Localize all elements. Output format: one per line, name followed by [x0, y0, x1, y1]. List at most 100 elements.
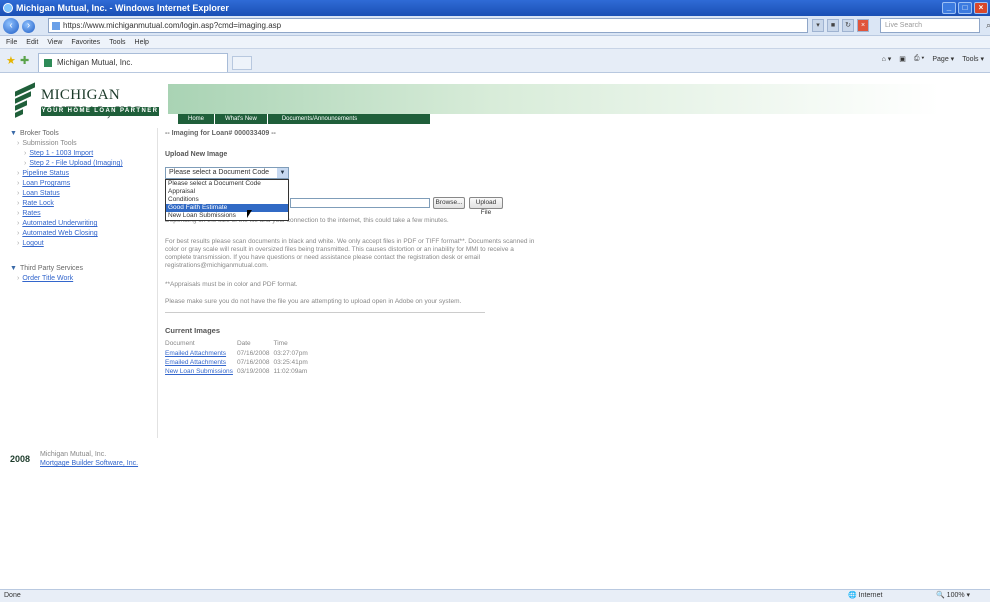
browse-button[interactable]: Browse... [433, 197, 465, 209]
tab-label: Michigan Mutual, Inc. [57, 58, 133, 67]
sidebar-item-loan-programs[interactable]: › Loan Programs [8, 179, 157, 189]
chevron-down-icon[interactable]: ▼ [277, 168, 288, 178]
image-doc-link[interactable]: New Loan Submissions [165, 368, 233, 375]
image-time: 03:25:41pm [273, 359, 308, 366]
image-doc-link[interactable]: Emailed Attachments [165, 359, 226, 366]
page-menu[interactable]: Page ▾ [932, 55, 954, 63]
command-bar: ⌂ ▾ ▣ ⎙ ▾ Page ▾ Tools ▾ [882, 55, 984, 63]
file-path-input[interactable] [290, 198, 430, 208]
page-title: -- Imaging for Loan# 000033409 -- [165, 130, 276, 137]
sidebar-step2[interactable]: › Step 2 - File Upload (Imaging) [8, 159, 157, 169]
print-icon[interactable]: ⎙ ▾ [914, 55, 925, 63]
sidebar-third-party[interactable]: ▼ Third Party Services [8, 263, 157, 274]
sidebar: ▼ Broker Tools › Submission Tools › Step 1 … [8, 128, 158, 438]
option-new-loan-submissions[interactable]: New Loan Submissions [166, 212, 288, 220]
footer-year: 2008 [10, 454, 31, 464]
minimize-button[interactable]: _ [942, 2, 956, 14]
image-date: 03/19/2008 [236, 368, 270, 375]
mouse-cursor-icon [247, 210, 252, 218]
page-footer: 2008 Michigan Mutual, Inc. Mortgage Buil… [10, 446, 170, 470]
stop-icon[interactable]: × [857, 19, 869, 32]
document-code-options: Please select a Document Code Appraisal … [165, 179, 289, 221]
menu-tools[interactable]: Tools [109, 36, 125, 48]
sidebar-step1[interactable]: › Step 1 - 1003 Import [8, 149, 157, 159]
option-conditions[interactable]: Conditions [166, 196, 288, 204]
nav-home[interactable]: Home [178, 114, 216, 124]
new-tab-button[interactable] [232, 56, 252, 70]
header-band [168, 84, 980, 114]
tab-michigan-mutual[interactable]: Michigan Mutual, Inc. [38, 53, 228, 72]
status-text: Done [4, 592, 21, 599]
site-favicon-icon [44, 59, 52, 67]
option-appraisal[interactable]: Appraisal [166, 188, 288, 196]
close-button[interactable]: × [974, 2, 988, 14]
home-icon[interactable]: ⌂ ▾ [882, 55, 892, 63]
image-date: 07/16/2008 [236, 359, 270, 366]
site-logo[interactable]: MICHIGAN MUTUAL, INC. YOUR HOME LOAN PAR… [15, 79, 170, 121]
feeds-icon[interactable]: ▣ [899, 55, 906, 63]
forward-icon[interactable]: › [22, 20, 35, 33]
menu-edit[interactable]: Edit [26, 36, 38, 48]
table-row: New Loan Submissions 03/19/2008 11:02:09… [165, 367, 312, 376]
favorites-star-icon[interactable]: ★ [6, 54, 16, 67]
tools-menu[interactable]: Tools ▾ [962, 55, 984, 63]
appraisal-note: **Appraisals must be in color and PDF fo… [165, 281, 298, 288]
lock-icon[interactable]: ▾ [812, 19, 824, 32]
window-controls: _ □ × [942, 2, 988, 14]
document-code-select[interactable]: Please select a Document Code ▼ [165, 167, 289, 179]
sidebar-item-rate-lock[interactable]: › Rate Lock [8, 199, 157, 209]
menu-file[interactable]: File [6, 36, 17, 48]
address-tools: ▾ ■ ↻ × [812, 19, 869, 32]
option-good-faith-estimate[interactable]: Good Faith Estimate [166, 204, 288, 212]
option-select-code[interactable]: Please select a Document Code [166, 180, 288, 188]
security-zone: 🌐 Internet [848, 592, 883, 599]
menu-view[interactable]: View [47, 36, 62, 48]
address-field[interactable]: https://www.michiganmutual.com/login.asp… [48, 18, 808, 33]
sidebar-item-rates[interactable]: › Rates [8, 209, 157, 219]
search-icon[interactable]: ⌕ [986, 19, 990, 32]
padlock-icon[interactable]: ■ [827, 19, 839, 32]
sidebar-item-loan-status[interactable]: › Loan Status [8, 189, 157, 199]
scan-instructions: For best results please scan documents i… [165, 238, 535, 269]
add-favorites-icon[interactable]: ✚ [20, 54, 29, 67]
refresh-icon[interactable]: ↻ [842, 19, 854, 32]
maximize-button[interactable]: □ [958, 2, 972, 14]
image-time: 03:27:07pm [273, 350, 308, 357]
current-images-heading: Current Images [165, 326, 221, 335]
menu-help[interactable]: Help [135, 36, 149, 48]
logo-tagline: YOUR HOME LOAN PARTNER [41, 107, 159, 116]
table-header-row: Document Date Time [165, 340, 312, 349]
back-icon[interactable]: ‹ [3, 18, 19, 34]
col-document: Document [165, 340, 195, 347]
menu-favorites[interactable]: Favorites [71, 36, 100, 48]
footer-link[interactable]: Mortgage Builder Software, Inc. [40, 460, 138, 467]
sidebar-broker-tools[interactable]: ▼ Broker Tools [8, 128, 157, 139]
select-value: Please select a Document Code [169, 169, 269, 176]
window-title-bar: Michigan Mutual, Inc. - Windows Internet… [0, 0, 990, 16]
image-date: 07/16/2008 [236, 350, 270, 357]
main-content: -- Imaging for Loan# 000033409 -- Upload… [165, 128, 535, 448]
sidebar-item-automated-underwriting[interactable]: › Automated Underwriting [8, 219, 157, 229]
top-navigation: Home What's New Documents/Announcements [178, 114, 430, 124]
sidebar-item-order-title[interactable]: › Order Title Work [8, 274, 157, 284]
image-time: 11:02:09am [273, 368, 308, 375]
nav-whats-new[interactable]: What's New [215, 114, 268, 124]
address-text: https://www.michiganmutual.com/login.asp… [63, 21, 282, 30]
image-doc-link[interactable]: Emailed Attachments [165, 350, 226, 357]
web-page: MICHIGAN MUTUAL, INC. YOUR HOME LOAN PAR… [0, 74, 990, 589]
logo-mark-icon [15, 81, 37, 119]
footer-company: Michigan Mutual, Inc. [40, 451, 107, 458]
sidebar-submission-tools[interactable]: › Submission Tools [8, 139, 157, 149]
nav-documents[interactable]: Documents/Announcements [268, 114, 367, 124]
window-title: Michigan Mutual, Inc. - Windows Internet… [16, 3, 229, 13]
adobe-note: Please make sure you do not have the fil… [165, 298, 462, 305]
upload-file-button[interactable]: Upload File [469, 197, 503, 216]
search-input[interactable]: Live Search ⌕ [880, 18, 990, 33]
zoom-level[interactable]: 🔍 100% ▾ [936, 590, 970, 602]
ie-logo-icon [3, 3, 13, 13]
sidebar-item-automated-web-closing[interactable]: › Automated Web Closing [8, 229, 157, 239]
status-bar: Done 🌐 Internet 🔍 100% ▾ [0, 589, 990, 602]
sidebar-item-logout[interactable]: › Logout [8, 239, 157, 249]
tab-bar: ★ ✚ Michigan Mutual, Inc. ⌂ ▾ ▣ ⎙ ▾ Page… [0, 49, 990, 73]
sidebar-item-pipeline-status[interactable]: › Pipeline Status [8, 169, 157, 179]
